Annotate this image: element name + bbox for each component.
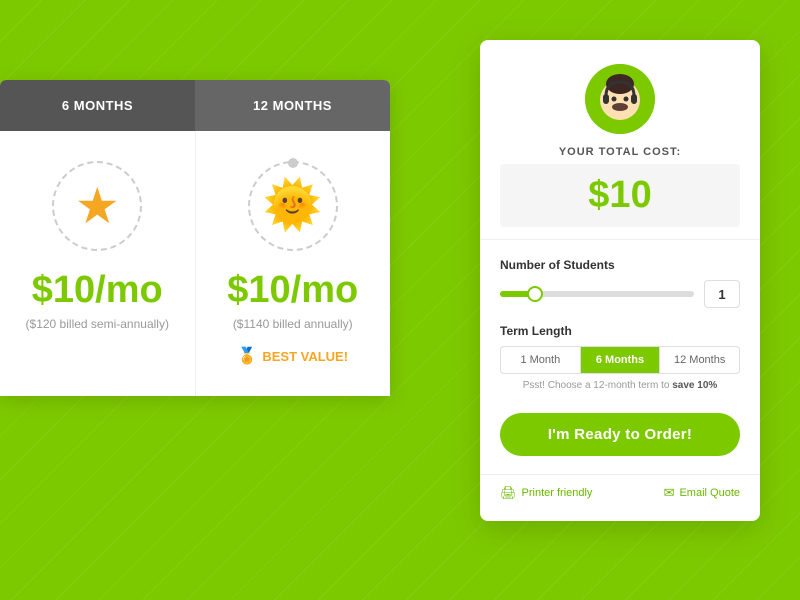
slider-track[interactable] <box>500 291 694 297</box>
printer-label: Printer friendly <box>522 487 593 499</box>
sun-icon: 🌞 <box>263 182 323 230</box>
price-6mo: $10/mo <box>15 269 180 312</box>
price-12mo: $10/mo <box>211 269 376 312</box>
pricing-table: 6 MONTHS 12 MONTHS ★ $10/mo ($120 billed… <box>0 80 390 396</box>
star-icon: ★ <box>75 181 120 231</box>
panel-footer: 🖨 Printer friendly ✉ Email Quote <box>480 474 760 501</box>
printer-icon: 🖨 <box>500 485 517 501</box>
col-body-6mo: ★ $10/mo ($120 billed semi-annually) <box>0 131 196 396</box>
email-label: Email Quote <box>679 487 740 499</box>
col-body-12mo: 🌞 $10/mo ($1140 billed annually) 🏅 BEST … <box>196 131 391 396</box>
order-button[interactable]: I'm Ready to Order! <box>500 413 740 456</box>
panel-divider <box>480 239 760 240</box>
term-btn-6mo[interactable]: 6 Months <box>581 347 661 373</box>
star-circle: ★ <box>52 161 142 251</box>
avatar-circle <box>585 64 655 134</box>
slider-value[interactable]: 1 <box>704 280 740 308</box>
sun-dot <box>288 158 298 168</box>
sun-circle: 🌞 <box>248 161 338 251</box>
panel-avatar <box>480 40 760 134</box>
promo-text: Psst! Choose a 12-month term to save 10% <box>500 380 740 391</box>
students-label: Number of Students <box>500 258 740 272</box>
promo-highlight: save 10% <box>672 380 717 391</box>
pricing-table-body: ★ $10/mo ($120 billed semi-annually) 🌞 $… <box>0 131 390 396</box>
total-cost-label: YOUR TOTAL COST: <box>480 146 760 158</box>
email-icon: ✉ <box>664 485 675 501</box>
printer-friendly-link[interactable]: 🖨 Printer friendly <box>500 485 592 501</box>
term-btn-12mo[interactable]: 12 Months <box>660 347 739 373</box>
col-header-12mo: 12 MONTHS <box>195 80 390 131</box>
col-12mo-label: 12 MONTHS <box>253 98 332 113</box>
best-value-badge: 🏅 BEST VALUE! <box>237 346 348 366</box>
order-panel: YOUR TOTAL COST: $10 Number of Students … <box>480 40 760 521</box>
total-price: $10 <box>510 174 730 217</box>
email-quote-link[interactable]: ✉ Email Quote <box>664 485 740 501</box>
order-btn-wrap: I'm Ready to Order! <box>480 399 760 466</box>
slider-thumb[interactable] <box>527 286 543 302</box>
students-section: Number of Students 1 <box>480 250 760 316</box>
pricing-table-header: 6 MONTHS 12 MONTHS <box>0 80 390 131</box>
col-header-6mo: 6 MONTHS <box>0 80 195 131</box>
price-sub-6mo: ($120 billed semi-annually) <box>15 317 180 331</box>
slider-row[interactable]: 1 <box>500 280 740 308</box>
agent-avatar-svg <box>585 64 655 134</box>
col-6mo-label: 6 MONTHS <box>62 98 133 113</box>
term-buttons: 1 Month 6 Months 12 Months <box>500 346 740 374</box>
term-label: Term Length <box>500 324 740 338</box>
best-value-text: BEST VALUE! <box>262 349 348 364</box>
term-section: Term Length 1 Month 6 Months 12 Months P… <box>480 316 760 399</box>
best-value-star-icon: 🏅 <box>237 346 257 366</box>
total-price-box: $10 <box>500 164 740 227</box>
price-sub-12mo: ($1140 billed annually) <box>211 317 376 331</box>
term-btn-1mo[interactable]: 1 Month <box>501 347 581 373</box>
promo-prefix: Psst! Choose a 12-month term to <box>523 380 670 391</box>
